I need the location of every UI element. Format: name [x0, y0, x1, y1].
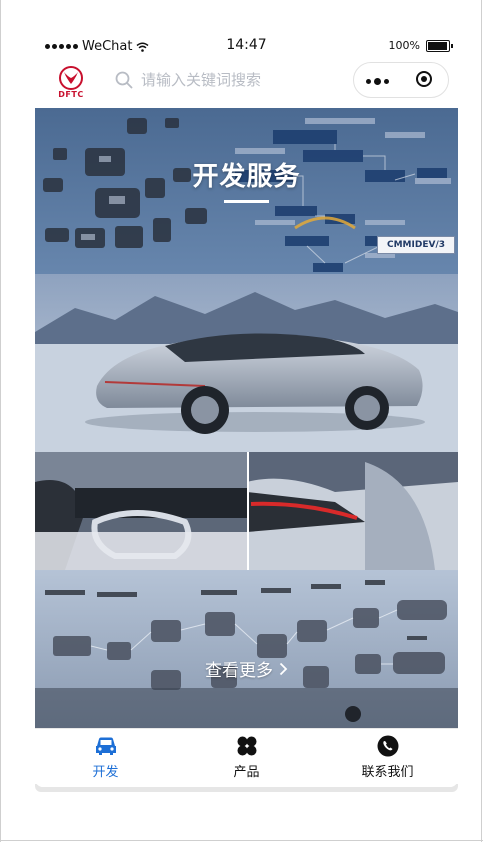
- dev-service-banner[interactable]: 开发服务 CMMIDEV/3: [35, 108, 458, 274]
- nav-bar: DFTC 请输入关键词搜索: [35, 57, 458, 107]
- phone-icon: [377, 735, 398, 757]
- frame-border-bottom: [0, 840, 483, 841]
- cmmi-badge: CMMIDEV/3: [377, 236, 455, 254]
- tab-development[interactable]: 开发: [35, 735, 176, 780]
- mini-program-capsule: [353, 62, 449, 98]
- hero-title-underline: [224, 200, 269, 203]
- concept-car-photo: [35, 274, 458, 452]
- powertrain-diagram: [35, 570, 458, 728]
- tab-contact[interactable]: 联系我们: [317, 735, 458, 780]
- view-more-label: 查看更多: [205, 661, 273, 681]
- chevron-right-icon: [279, 662, 288, 676]
- search-box[interactable]: 请输入关键词搜索: [115, 69, 261, 90]
- search-placeholder: 请输入关键词搜索: [141, 71, 262, 89]
- tab-bar: 开发 产品 联系我们: [35, 728, 458, 787]
- battery-percent: 100%: [388, 39, 420, 52]
- car-detail-photos: [35, 452, 458, 570]
- battery-area: 100%: [388, 39, 453, 52]
- car-detail-images[interactable]: [35, 452, 458, 570]
- tab-products-label: 产品: [233, 765, 260, 780]
- car-icon: [95, 737, 116, 755]
- hero-title: 开发服务: [192, 162, 301, 192]
- phone-screen: WeChat 14:47 100% DFTC 请输入关键词搜索 开发服务 CMM…: [35, 35, 458, 787]
- status-bar: WeChat 14:47 100%: [35, 35, 458, 57]
- frame-border-right: [481, 0, 482, 842]
- frame-border-left: [0, 0, 1, 842]
- close-program-icon[interactable]: [416, 71, 432, 87]
- logo-text: DFTC: [58, 90, 84, 99]
- more-options-icon[interactable]: [366, 78, 389, 85]
- tab-products[interactable]: 产品: [176, 735, 317, 780]
- four-leaf-icon: [237, 736, 256, 756]
- concept-car-image[interactable]: [35, 274, 458, 452]
- tab-contact-label: 联系我们: [361, 765, 414, 780]
- powertrain-banner[interactable]: 查看更多: [35, 570, 458, 728]
- battery-icon: [426, 39, 453, 52]
- view-more-link[interactable]: 查看更多: [35, 656, 458, 681]
- content-area: 开发服务 CMMIDEV/3 查看更多: [35, 108, 458, 728]
- tab-development-label: 开发: [92, 765, 119, 780]
- search-icon: [115, 71, 133, 88]
